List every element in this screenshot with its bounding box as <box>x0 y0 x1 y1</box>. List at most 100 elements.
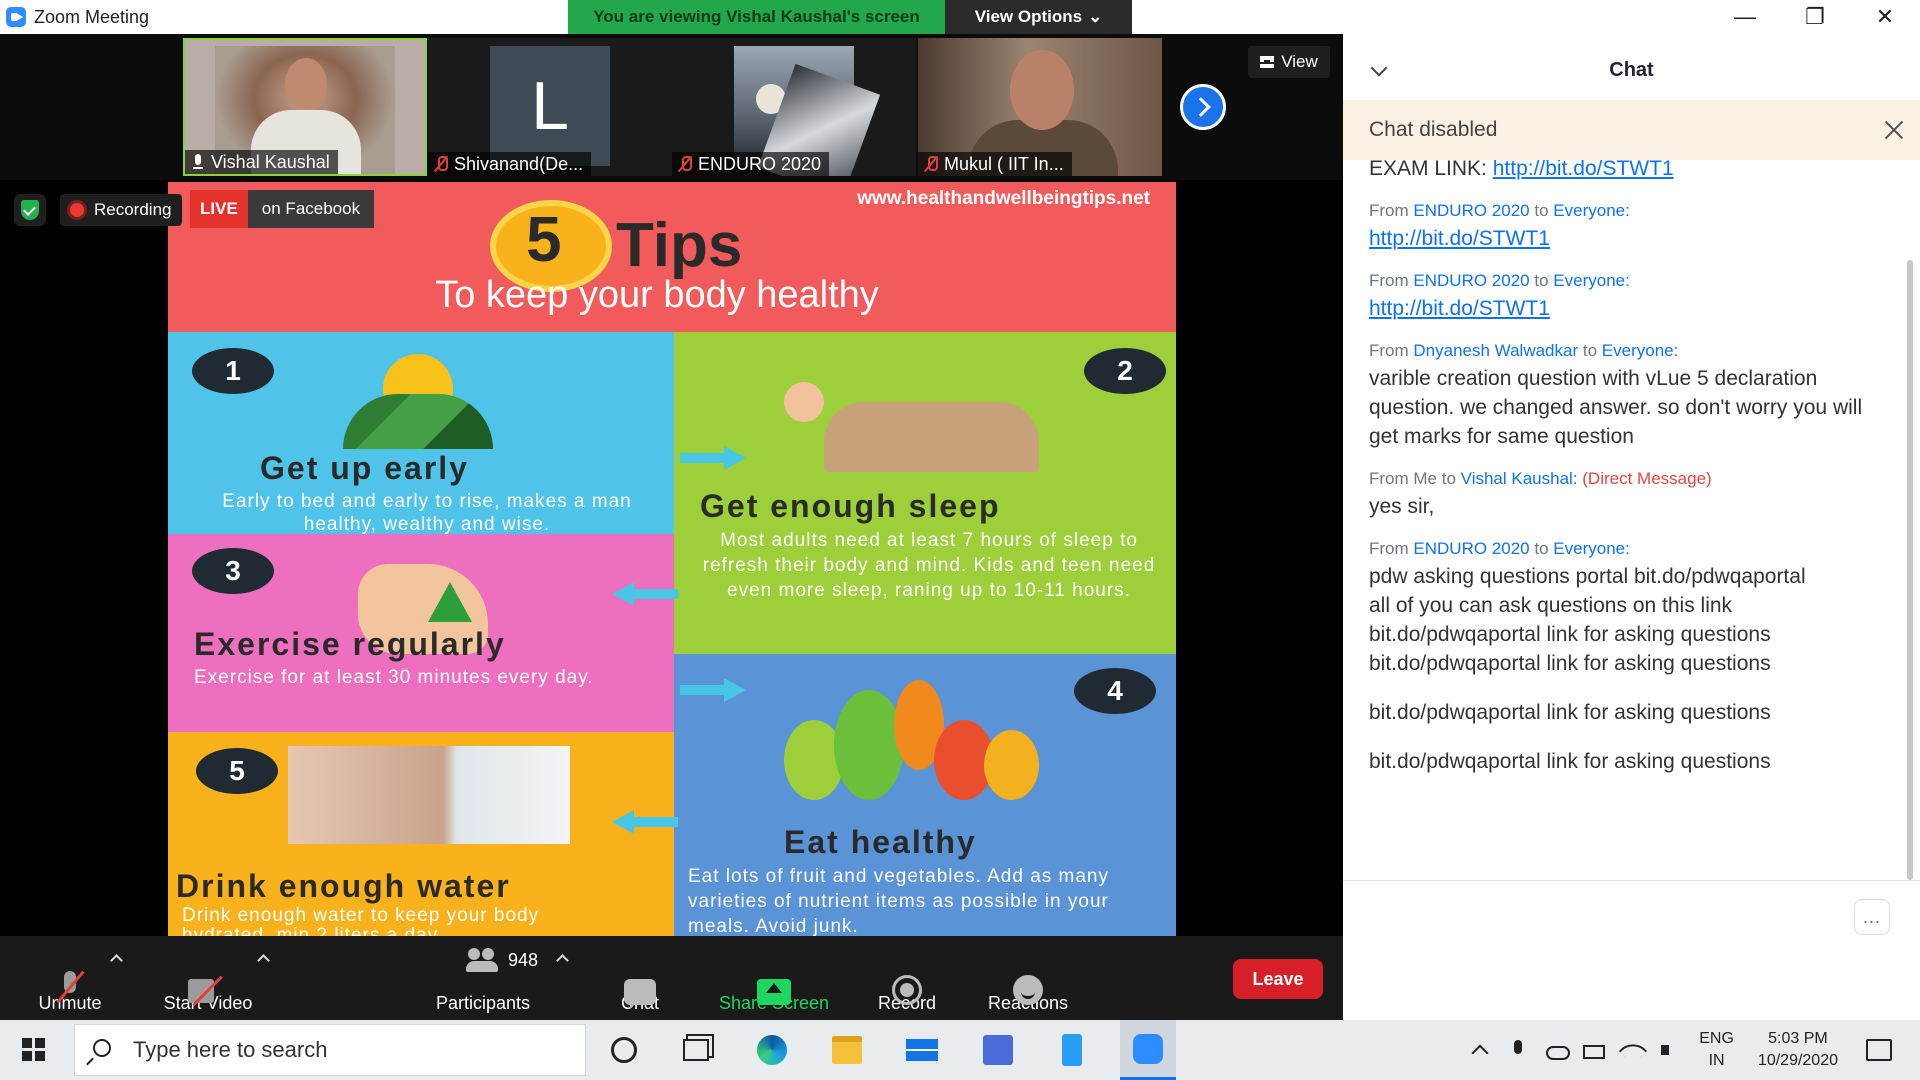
record-button[interactable]: Record <box>870 936 944 1020</box>
chat-header: Chat <box>1343 50 1920 90</box>
reactions-button[interactable]: Reactions <box>978 936 1078 1020</box>
chat-scrollbar[interactable] <box>1907 260 1913 880</box>
participants-count: 948 <box>508 949 539 970</box>
taskbar-search-box[interactable]: Type here to search <box>74 1024 586 1076</box>
close-icon[interactable]: ✕ <box>1850 0 1920 34</box>
recording-indicator[interactable]: Recording <box>60 194 182 226</box>
viewing-screen-banner: You are viewing Vishal Kaushal's screen <box>568 0 945 34</box>
language-indicator[interactable]: ENG IN <box>1699 1028 1734 1072</box>
chat-sender-name: Dnyanesh Walwadkar <box>1413 341 1579 360</box>
search-icon <box>93 1039 111 1057</box>
mic-on-icon <box>191 153 205 171</box>
phone-app-icon[interactable] <box>1052 1030 1092 1070</box>
chat-link[interactable]: http://bit.do/STWT1 <box>1369 297 1550 320</box>
live-stream-badge[interactable]: LIVE on Facebook <box>190 190 375 228</box>
chat-message-text: yes sir, <box>1369 495 1435 518</box>
minimize-icon[interactable]: — <box>1710 0 1780 34</box>
shared-infographic: www.healthandwellbeingtips.net 5 Tips To… <box>168 182 1176 936</box>
show-hidden-icons-icon[interactable] <box>1469 1039 1491 1061</box>
visual-studio-icon[interactable] <box>978 1030 1018 1070</box>
tip-number: 2 <box>1084 348 1166 394</box>
notification-center-icon[interactable] <box>1866 1039 1892 1061</box>
chat-recipient: Everyone: <box>1601 341 1679 360</box>
encryption-shield-icon[interactable] <box>14 194 46 226</box>
participant-video-head <box>1010 50 1074 130</box>
chat-direct-message-tag: (Direct Message) <box>1582 469 1712 488</box>
mail-icon[interactable] <box>902 1030 942 1070</box>
tip-title: Get up early <box>260 450 469 486</box>
chat-sender-name: ENDURO 2020 <box>1413 201 1530 220</box>
clock-date: 10/29/2020 <box>1757 1052 1838 1069</box>
chat-message: EXAM LINK: http://bit.do/STWT1 <box>1343 160 1908 183</box>
mic-muted-icon <box>59 971 81 1005</box>
participant-tile[interactable]: ENDURO 2020 <box>672 38 916 176</box>
zoom-app-icon[interactable] <box>1120 1020 1176 1080</box>
chat-recipient: Vishal Kaushal: <box>1460 469 1578 488</box>
chat-message-text: varible creation question with vLue 5 de… <box>1369 367 1863 448</box>
video-thumbnail-strip: Vishal Kaushal L Shivanand(De... ENDURO … <box>0 34 1343 180</box>
next-page-arrow-icon[interactable] <box>1180 84 1226 130</box>
participants-button[interactable]: 948 Participants <box>420 936 546 1020</box>
participant-tile[interactable]: Mukul ( IIT In... <box>918 38 1162 176</box>
chat-message-text <box>1369 678 1882 698</box>
chat-message-text: bit.do/pdwqaportal link for asking quest… <box>1369 750 1771 773</box>
mic-muted-icon <box>924 155 938 173</box>
start-video-button[interactable]: Start Video <box>150 936 266 1020</box>
live-label: LIVE <box>190 190 248 228</box>
chat-message-list[interactable]: EXAM LINK: http://bit.do/STWT1 From ENDU… <box>1343 160 1908 875</box>
arrow-right-icon <box>680 446 750 470</box>
participant-tile[interactable]: Vishal Kaushal <box>183 38 427 176</box>
chat-button[interactable]: Chat <box>602 936 678 1020</box>
participant-profile-image <box>734 46 854 166</box>
volume-icon[interactable] <box>1659 1039 1681 1061</box>
participant-name: Mukul ( IIT In... <box>944 153 1064 174</box>
wifi-icon[interactable] <box>1621 1039 1643 1061</box>
participant-avatar: L <box>490 46 610 166</box>
meeting-toolbar: Unmute Start Video 948 Participants Chat… <box>0 936 1343 1020</box>
clock[interactable]: 5:03 PM 10/29/2020 <box>1758 1028 1838 1072</box>
task-view-icon[interactable] <box>676 1030 716 1070</box>
chat-link[interactable]: http://bit.do/STWT1 <box>1493 160 1674 180</box>
chat-sender-name: ENDURO 2020 <box>1413 539 1530 558</box>
more-options-icon[interactable]: ... <box>1854 899 1890 935</box>
onedrive-cloud-icon[interactable] <box>1545 1039 1571 1061</box>
restore-icon[interactable]: ❐ <box>1780 0 1850 34</box>
windows-start-icon[interactable] <box>22 1038 46 1062</box>
participant-tile[interactable]: L Shivanand(De... <box>428 38 672 176</box>
unmute-button[interactable]: Unmute <box>26 936 114 1020</box>
edge-browser-icon[interactable] <box>752 1030 792 1070</box>
chat-message-text: bit.do/pdwqaportal link for asking quest… <box>1369 623 1771 646</box>
recording-label: Recording <box>94 200 172 219</box>
chat-sender-prefix: From <box>1369 201 1409 220</box>
tip-title: Get enough sleep <box>700 488 1001 524</box>
chat-to-word: to <box>1441 469 1456 488</box>
mic-muted-icon <box>678 155 692 173</box>
chat-sender-name: ENDURO 2020 <box>1413 271 1530 290</box>
chat-sender-prefix: From Me <box>1369 469 1437 488</box>
chat-recipient: Everyone: <box>1553 201 1630 220</box>
close-icon[interactable] <box>1884 120 1904 140</box>
chat-message: From Me to Vishal Kaushal: (Direct Messa… <box>1343 469 1908 521</box>
tip-number: 5 <box>196 748 278 794</box>
chat-link[interactable]: http://bit.do/STWT1 <box>1369 227 1550 250</box>
chat-disabled-banner: Chat disabled <box>1343 100 1920 160</box>
infographic-title: Tips <box>616 211 743 280</box>
view-button-label: View <box>1281 52 1318 71</box>
leave-button[interactable]: Leave <box>1233 959 1323 999</box>
chevron-down-icon: ⌄ <box>1088 7 1103 26</box>
cortana-icon[interactable] <box>604 1030 644 1070</box>
chat-message-text: EXAM LINK: http://bit.do/STWT1 <box>1369 160 1882 183</box>
tip-number: 3 <box>192 548 274 594</box>
tip-panel-1: 1 Get up early Early to bed and early to… <box>168 332 674 535</box>
participants-options-caret-icon[interactable] <box>556 954 569 967</box>
battery-icon[interactable] <box>1583 1039 1606 1061</box>
file-explorer-icon[interactable] <box>827 1030 867 1070</box>
tip-panel-3: 3 Exercise regularly Exercise for at lea… <box>168 534 674 732</box>
tip-body: Eat lots of fruit and vegetables. Add as… <box>688 866 1110 936</box>
chat-message-sender-line: From ENDURO 2020 to Everyone: <box>1369 271 1882 291</box>
live-platform-label: on Facebook <box>247 190 375 228</box>
share-screen-button[interactable]: Share Screen <box>712 936 836 1020</box>
microphone-icon[interactable] <box>1507 1039 1529 1061</box>
view-options-button[interactable]: View Options ⌄ <box>945 0 1132 34</box>
view-button[interactable]: View <box>1248 46 1330 78</box>
